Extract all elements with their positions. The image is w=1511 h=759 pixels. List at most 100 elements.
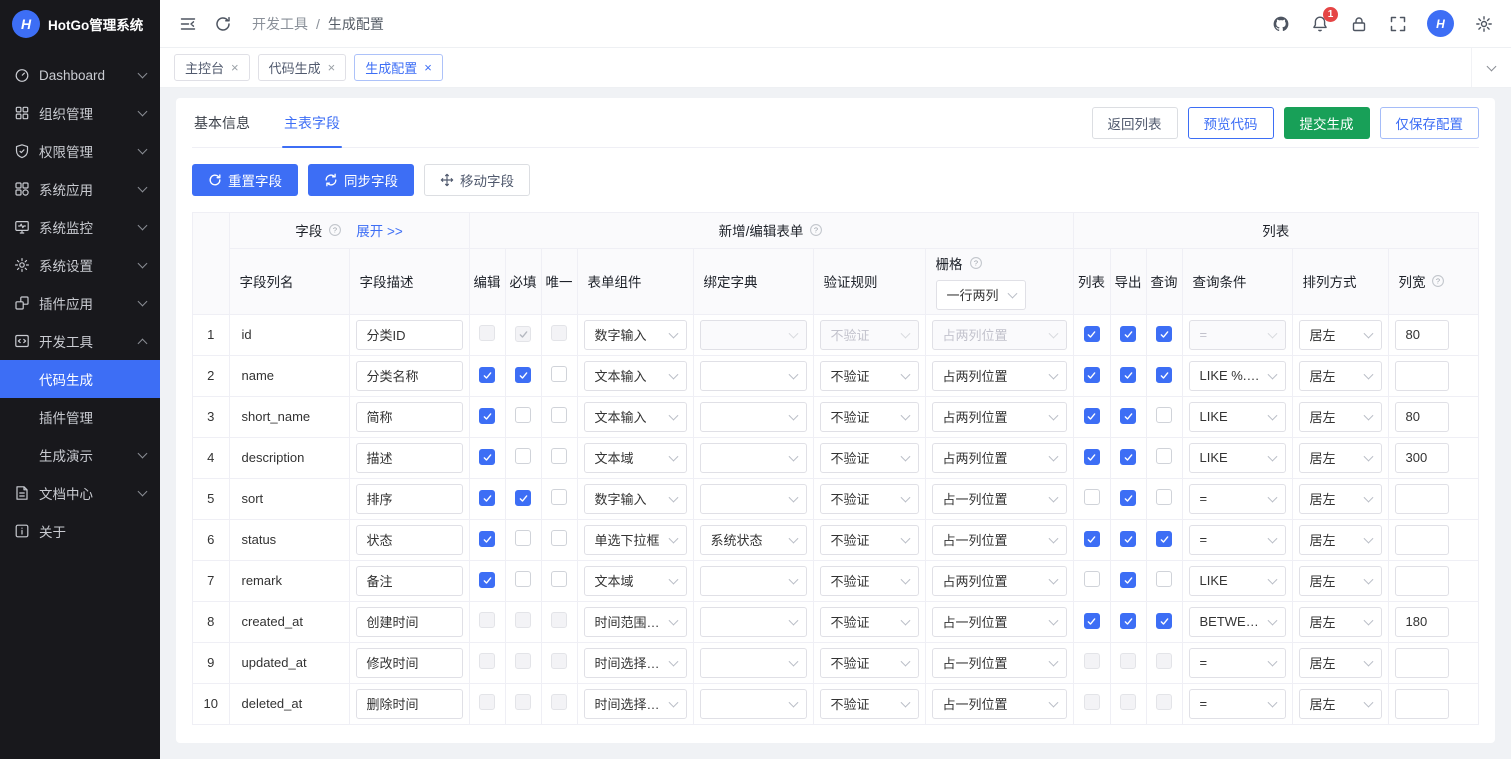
dict-select[interactable]: [699, 688, 807, 719]
component-select[interactable]: 文本域: [583, 565, 687, 596]
help-icon[interactable]: ?: [328, 223, 342, 237]
grid-select[interactable]: 占一列位置: [931, 483, 1067, 514]
component-select[interactable]: 时间范围选择: [583, 606, 687, 637]
width-input[interactable]: 80: [1394, 319, 1449, 350]
export-checkbox[interactable]: [1120, 449, 1136, 466]
grid-select[interactable]: 占两列位置: [931, 401, 1067, 432]
query-checkbox[interactable]: [1156, 489, 1172, 505]
align-select[interactable]: 居左: [1298, 319, 1382, 350]
rule-select[interactable]: 不验证: [819, 360, 919, 391]
rule-select[interactable]: 不验证: [819, 565, 919, 596]
component-select[interactable]: 时间选择(Y-...: [583, 688, 687, 719]
required-checkbox[interactable]: [515, 407, 531, 423]
align-select[interactable]: 居左: [1298, 360, 1382, 391]
sidebar-item-codegen[interactable]: 代码生成: [0, 360, 160, 398]
width-input[interactable]: 80: [1394, 401, 1449, 432]
list-checkbox[interactable]: [1083, 408, 1100, 425]
required-checkbox[interactable]: [515, 448, 531, 464]
page-tab-1[interactable]: 主控台 ×: [174, 54, 250, 81]
export-checkbox[interactable]: [1120, 326, 1136, 343]
align-select[interactable]: 居左: [1298, 565, 1382, 596]
query-cond-select[interactable]: =: [1188, 688, 1286, 719]
rule-select[interactable]: 不验证: [819, 483, 919, 514]
width-input[interactable]: [1394, 524, 1449, 555]
lock-screen-icon[interactable]: [1349, 14, 1368, 33]
list-checkbox[interactable]: [1083, 449, 1100, 466]
field-desc-input[interactable]: 排序: [355, 483, 463, 514]
query-cond-select[interactable]: =: [1188, 483, 1286, 514]
reset-fields-button[interactable]: 重置字段: [192, 164, 298, 196]
export-checkbox[interactable]: [1120, 408, 1136, 425]
field-desc-input[interactable]: 删除时间: [355, 688, 463, 719]
help-icon[interactable]: ?: [1431, 274, 1445, 288]
move-fields-button[interactable]: 移动字段: [424, 164, 530, 196]
export-checkbox[interactable]: [1120, 367, 1136, 384]
sidebar-item-org[interactable]: 组织管理: [0, 94, 160, 132]
tabs-dropdown-icon[interactable]: [1471, 48, 1511, 87]
unique-checkbox[interactable]: [551, 366, 567, 382]
rule-select[interactable]: 不验证: [819, 647, 919, 678]
sidebar-item-system-app[interactable]: 系统应用: [0, 170, 160, 208]
dict-select[interactable]: 系统状态: [699, 524, 807, 555]
export-checkbox[interactable]: [1120, 531, 1136, 548]
unique-checkbox[interactable]: [551, 448, 567, 464]
field-desc-input[interactable]: 描述: [355, 442, 463, 473]
page-tab-2[interactable]: 代码生成 ×: [257, 54, 347, 81]
query-cond-select[interactable]: LIKE: [1188, 401, 1286, 432]
sidebar-item-devtools[interactable]: 开发工具: [0, 322, 160, 360]
dict-select[interactable]: [699, 401, 807, 432]
sidebar-item-dashboard[interactable]: Dashboard: [0, 56, 160, 94]
collapse-sidebar-icon[interactable]: [178, 14, 197, 33]
grid-select[interactable]: 占两列位置: [931, 360, 1067, 391]
edit-checkbox[interactable]: [479, 490, 495, 507]
rule-select[interactable]: 不验证: [819, 442, 919, 473]
unique-checkbox[interactable]: [551, 489, 567, 505]
query-checkbox[interactable]: [1156, 613, 1172, 630]
width-input[interactable]: [1394, 565, 1449, 596]
component-select[interactable]: 文本输入: [583, 360, 687, 391]
rule-select[interactable]: 不验证: [819, 524, 919, 555]
component-select[interactable]: 单选下拉框: [583, 524, 687, 555]
fullscreen-icon[interactable]: [1388, 14, 1407, 33]
width-input[interactable]: 180: [1394, 606, 1449, 637]
sync-fields-button[interactable]: 同步字段: [308, 164, 414, 196]
submit-generate-button[interactable]: 提交生成: [1283, 106, 1370, 139]
query-cond-select[interactable]: =: [1188, 647, 1286, 678]
field-desc-input[interactable]: 分类ID: [355, 319, 463, 350]
query-checkbox[interactable]: [1156, 448, 1172, 464]
component-select[interactable]: 文本域: [583, 442, 687, 473]
grid-select[interactable]: 占一列位置: [931, 606, 1067, 637]
tab-basic-info[interactable]: 基本信息: [192, 98, 252, 147]
query-checkbox[interactable]: [1156, 571, 1172, 587]
component-select[interactable]: 数字输入: [583, 483, 687, 514]
field-desc-input[interactable]: 简称: [355, 401, 463, 432]
dict-select[interactable]: [699, 647, 807, 678]
export-checkbox[interactable]: [1120, 613, 1136, 630]
query-cond-select[interactable]: =: [1188, 524, 1286, 555]
align-select[interactable]: 居左: [1298, 688, 1382, 719]
settings-gear-icon[interactable]: [1474, 14, 1493, 33]
component-select[interactable]: 数字输入: [583, 319, 687, 350]
query-cond-select[interactable]: LIKE: [1188, 565, 1286, 596]
query-cond-select[interactable]: LIKE %...%: [1188, 360, 1286, 391]
app-logo[interactable]: H HotGo管理系统: [0, 0, 160, 48]
sidebar-item-about[interactable]: 关于: [0, 512, 160, 550]
width-input[interactable]: 300: [1394, 442, 1449, 473]
query-checkbox[interactable]: [1156, 367, 1172, 384]
edit-checkbox[interactable]: [479, 408, 495, 425]
width-input[interactable]: [1394, 483, 1449, 514]
close-tab-icon[interactable]: ×: [231, 61, 239, 74]
dict-select[interactable]: [699, 606, 807, 637]
grid-select[interactable]: 占一列位置: [931, 647, 1067, 678]
unique-checkbox[interactable]: [551, 530, 567, 546]
width-input[interactable]: [1394, 688, 1449, 719]
field-desc-input[interactable]: 状态: [355, 524, 463, 555]
align-select[interactable]: 居左: [1298, 524, 1382, 555]
help-icon[interactable]: ?: [809, 223, 823, 237]
grid-layout-select[interactable]: 一行两列: [935, 279, 1026, 310]
dict-select[interactable]: [699, 565, 807, 596]
edit-checkbox[interactable]: [479, 367, 495, 384]
width-input[interactable]: [1394, 360, 1449, 391]
field-desc-input[interactable]: 创建时间: [355, 606, 463, 637]
field-desc-input[interactable]: 备注: [355, 565, 463, 596]
